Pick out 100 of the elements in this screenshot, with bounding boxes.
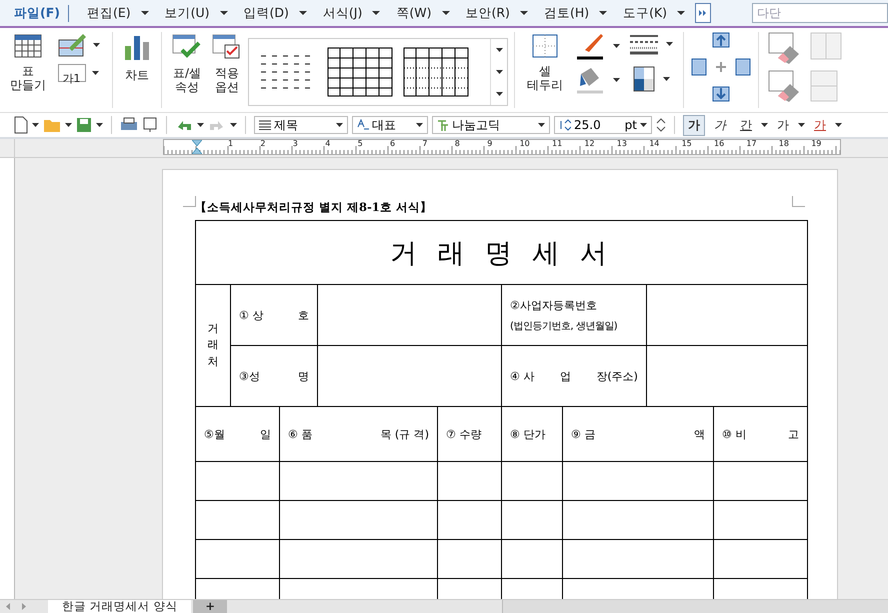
menu-item[interactable]: 쪽(W) (388, 4, 458, 22)
ruler-number: 7 (422, 139, 428, 148)
ruler-number: 5 (358, 139, 363, 148)
menu-item[interactable]: 편집(E) (78, 4, 157, 22)
field-label: ③성 (239, 368, 260, 384)
caret-icon[interactable] (140, 11, 149, 15)
dotted-table-icon[interactable] (403, 47, 469, 97)
eraser-icon[interactable] (768, 32, 800, 64)
document-tab[interactable]: 한글 거래명세서 양식 (48, 600, 192, 613)
caret-icon[interactable] (372, 11, 380, 15)
eraser-icon[interactable] (768, 70, 800, 102)
border-icon[interactable] (532, 34, 558, 58)
caret-icon[interactable] (197, 123, 204, 127)
ruler-number: 10 (520, 139, 530, 148)
font-icon (437, 119, 449, 131)
table-check-icon[interactable] (172, 34, 202, 60)
caret-icon[interactable] (798, 123, 805, 127)
table-pencil-icon[interactable] (56, 32, 86, 58)
ruler-number: 4 (325, 139, 330, 148)
field-label: 업 (560, 368, 571, 384)
horizontal-scrollbar[interactable] (502, 600, 888, 613)
paint-bucket-icon[interactable] (574, 66, 604, 94)
spinner-icon[interactable] (656, 116, 666, 134)
caret-icon[interactable] (220, 11, 228, 15)
menu-item[interactable]: 보안(R) (458, 4, 536, 22)
italic-button[interactable]: 가 (709, 114, 731, 136)
paragraph-lines-icon (259, 120, 271, 130)
ruler-number: 3 (292, 139, 298, 148)
caret-icon[interactable] (538, 123, 545, 127)
caret-icon[interactable] (92, 71, 98, 75)
caret-icon[interactable] (65, 123, 72, 127)
table-properties-button[interactable]: 표/셀 속성 (172, 32, 202, 94)
ruler-number: 2 (260, 139, 266, 148)
font-color-button[interactable]: 가 (809, 114, 831, 136)
table-style-gallery[interactable] (248, 38, 508, 106)
menu-item[interactable]: 서식(J) (314, 4, 388, 22)
menu-item[interactable]: 검토(H) (536, 4, 616, 22)
more-button[interactable] (695, 3, 712, 23)
menu-item[interactable]: 파일(F) (6, 4, 69, 22)
caret-icon[interactable] (612, 78, 620, 82)
double-arrow-icon (699, 9, 708, 17)
bar-chart-icon[interactable] (123, 34, 151, 62)
caret-icon[interactable] (496, 48, 502, 52)
column-header: ⑥ 품 (288, 426, 312, 442)
ruler-number: 15 (682, 139, 692, 148)
caret-icon[interactable] (612, 44, 620, 48)
search-field[interactable]: 다단 (752, 3, 888, 23)
caret-icon[interactable] (336, 123, 343, 127)
column-header: ⑨ 금 (571, 426, 596, 442)
apply-options-button[interactable]: 적용 옵션 (212, 32, 242, 94)
ruler-number: 12 (584, 139, 595, 148)
line-style-icon[interactable] (630, 32, 658, 56)
caret-icon[interactable] (677, 11, 686, 15)
caret-icon[interactable] (230, 123, 237, 127)
monitor-icon[interactable] (142, 117, 158, 133)
caret-icon[interactable] (496, 92, 502, 96)
menu-item[interactable]: 입력(D) (236, 4, 315, 22)
caret-icon[interactable] (496, 70, 502, 74)
font-size-field[interactable]: 25.0 pt (554, 116, 652, 134)
make-table-button[interactable]: 표 만들기 (10, 32, 46, 92)
ruler-number: 8 (454, 139, 460, 148)
caret-icon[interactable] (520, 11, 528, 15)
caret-icon[interactable] (298, 11, 307, 15)
caret-icon[interactable] (835, 123, 842, 127)
document-tab[interactable]: + (193, 600, 227, 613)
indent-marker-icon[interactable] (192, 140, 202, 154)
ruler-number: 6 (390, 139, 396, 148)
caret-icon[interactable] (666, 42, 672, 46)
new-document-icon[interactable] (14, 116, 28, 134)
cell-shade-icon[interactable] (632, 66, 654, 92)
font-select[interactable]: 나눔고딕 (432, 116, 550, 134)
grid-table-icon[interactable] (327, 47, 393, 97)
menu-item[interactable]: 보기(U) (156, 4, 236, 22)
ruler-number: 16 (714, 139, 724, 148)
form-caption: 【소득세사무처리규정 별지 제8-1호 서식】 (195, 200, 433, 215)
underline-button[interactable]: 간 (735, 114, 757, 136)
caret-icon[interactable] (92, 43, 100, 47)
caret-icon[interactable] (599, 11, 608, 15)
caret-icon[interactable] (662, 77, 670, 81)
table-checkbox-icon[interactable] (212, 34, 242, 60)
table-icon[interactable] (14, 34, 42, 58)
caret-icon[interactable] (32, 123, 39, 127)
caret-icon[interactable] (761, 123, 768, 127)
strikethrough-button[interactable]: 가 (772, 114, 794, 136)
cell-style-button[interactable]: 가1 (58, 64, 86, 82)
caret-icon[interactable] (640, 123, 647, 127)
caret-icon[interactable] (442, 11, 450, 15)
chart-button[interactable]: 차트 (123, 32, 151, 82)
cell-border-button[interactable]: 셀 테두리 (527, 32, 563, 92)
style-select[interactable]: 제목 (254, 116, 348, 134)
caret-icon[interactable] (96, 123, 103, 127)
paintbrush-icon[interactable] (574, 32, 604, 60)
printer-icon[interactable] (120, 117, 138, 133)
language-select[interactable]: 대표 (352, 116, 428, 134)
caret-icon[interactable] (416, 123, 423, 127)
ruler-number: 1 (228, 139, 234, 148)
unit-label: pt (624, 118, 637, 132)
insert-cells-icon[interactable] (691, 32, 751, 102)
bold-button[interactable]: 가 (683, 114, 705, 136)
menu-item[interactable]: 도구(K) (615, 4, 694, 22)
